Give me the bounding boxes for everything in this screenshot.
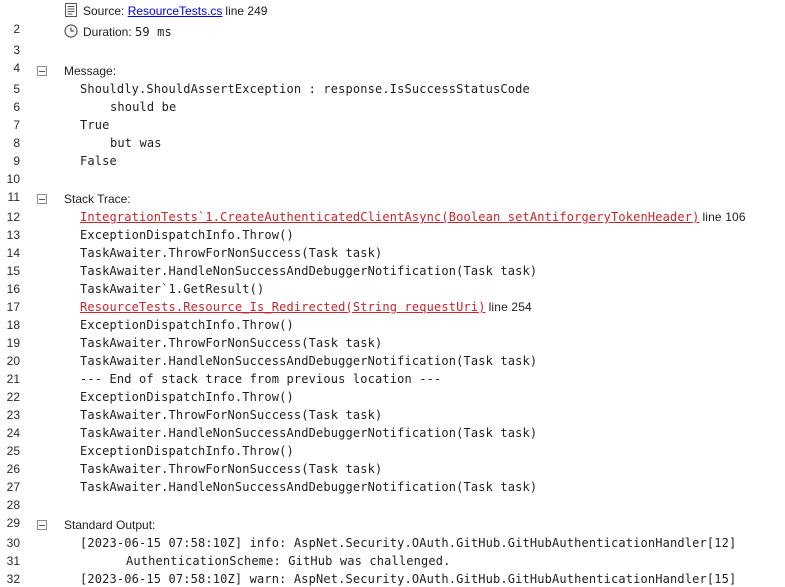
code-line: 16 TaskAwaiter.HandleNonSuccessAndDebugg… bbox=[0, 262, 785, 296]
code-line: 30 Standard Output: bbox=[0, 516, 785, 550]
code-line: 7 should be bbox=[0, 98, 785, 132]
code-line: 29 bbox=[0, 496, 785, 530]
code-line: 4 bbox=[0, 41, 785, 75]
message-text: should be bbox=[110, 100, 177, 114]
stack-trace-header: Stack Trace: bbox=[64, 192, 131, 206]
code-line: 22 --- End of stack trace from previous … bbox=[0, 370, 785, 404]
message-header: Message: bbox=[64, 64, 117, 78]
stack-frame: ExceptionDispatchInfo.Throw() bbox=[80, 390, 294, 404]
output-line: [2023-06-15 07:58:10Z] warn: AspNet.Secu… bbox=[80, 572, 737, 586]
message-text: True bbox=[80, 118, 110, 132]
code-line: 5 Message: bbox=[0, 62, 785, 96]
code-line: 24 TaskAwaiter.ThrowForNonSuccess(Task t… bbox=[0, 406, 785, 440]
stack-frame: TaskAwaiter.ThrowForNonSuccess(Task task… bbox=[80, 462, 383, 476]
stack-frame: TaskAwaiter.ThrowForNonSuccess(Task task… bbox=[80, 246, 383, 260]
source-file-link[interactable]: ResourceTests.cs bbox=[128, 4, 223, 18]
message-text: Shouldly.ShouldAssertException : respons… bbox=[80, 82, 530, 96]
stack-trace-separator: --- End of stack trace from previous loc… bbox=[80, 372, 442, 386]
source-label: Source: bbox=[83, 4, 125, 18]
code-line: 21 TaskAwaiter.HandleNonSuccessAndDebugg… bbox=[0, 352, 785, 386]
message-text: False bbox=[80, 154, 117, 168]
code-line: 10 False bbox=[0, 152, 785, 186]
stack-frame: ExceptionDispatchInfo.Throw() bbox=[80, 444, 294, 458]
code-line: 28 TaskAwaiter.HandleNonSuccessAndDebugg… bbox=[0, 478, 785, 512]
document-icon bbox=[64, 3, 78, 22]
code-line: 33 [2023-06-15 07:58:10Z] warn: AspNet.S… bbox=[0, 570, 785, 587]
source-line-suffix: line 249 bbox=[225, 4, 268, 18]
stack-frame-line: line 254 bbox=[488, 300, 532, 314]
code-line: 27 TaskAwaiter.ThrowForNonSuccess(Task t… bbox=[0, 460, 785, 494]
code-line: 15 TaskAwaiter.ThrowForNonSuccess(Task t… bbox=[0, 244, 785, 278]
stack-frame: TaskAwaiter`1.GetResult() bbox=[80, 282, 265, 296]
output-line: [2023-06-15 07:58:10Z] info: AspNet.Secu… bbox=[80, 536, 737, 550]
collapse-toggle[interactable] bbox=[37, 66, 47, 76]
code-line: 12 Stack Trace: bbox=[0, 190, 785, 224]
stack-frame: ExceptionDispatchInfo.Throw() bbox=[80, 228, 294, 242]
stack-frame: ExceptionDispatchInfo.Throw() bbox=[80, 318, 294, 332]
code-line: 13 IntegrationTests`1.CreateAuthenticate… bbox=[0, 208, 785, 242]
collapse-toggle[interactable] bbox=[37, 520, 47, 530]
stack-frame-link[interactable]: IntegrationTests`1.CreateAuthenticatedCl… bbox=[80, 210, 699, 224]
duration-row: Duration: 59 ms bbox=[64, 23, 172, 43]
code-line: 3 Duration: 59 ms bbox=[0, 23, 785, 57]
stack-frame: TaskAwaiter.HandleNonSuccessAndDebuggerN… bbox=[80, 426, 538, 440]
collapse-toggle[interactable] bbox=[37, 194, 47, 204]
code-line: 23 ExceptionDispatchInfo.Throw() bbox=[0, 388, 785, 422]
stack-frame-link[interactable]: ResourceTests.Resource_Is_Redirected(Str… bbox=[80, 300, 486, 314]
code-line: 2 Source: ResourceTests.cs line 249 bbox=[0, 2, 785, 36]
output-line: AuthenticationScheme: GitHub was challen… bbox=[126, 554, 451, 568]
code-line: 11 bbox=[0, 170, 785, 204]
code-line: 14 ExceptionDispatchInfo.Throw() bbox=[0, 226, 785, 260]
standard-output-header: Standard Output: bbox=[64, 518, 156, 532]
code-line: 18 ResourceTests.Resource_Is_Redirected(… bbox=[0, 298, 785, 332]
code-line: 17 TaskAwaiter`1.GetResult() bbox=[0, 280, 785, 314]
stack-frame-line: line 106 bbox=[702, 210, 746, 224]
stack-frame: TaskAwaiter.HandleNonSuccessAndDebuggerN… bbox=[80, 480, 538, 494]
message-text: but was bbox=[110, 136, 162, 150]
source-row: Source: ResourceTests.cs line 249 bbox=[64, 2, 267, 22]
stack-frame: IntegrationTests`1.CreateAuthenticatedCl… bbox=[80, 208, 746, 226]
duration-label: Duration: bbox=[83, 25, 132, 39]
stack-frame: TaskAwaiter.ThrowForNonSuccess(Task task… bbox=[80, 336, 383, 350]
stack-frame: TaskAwaiter.HandleNonSuccessAndDebuggerN… bbox=[80, 354, 538, 368]
duration-value: 59 ms bbox=[135, 25, 172, 39]
code-line: 25 TaskAwaiter.HandleNonSuccessAndDebugg… bbox=[0, 424, 785, 458]
test-detail-viewer: 2 Source: ResourceTests.cs line 249 3 Dur… bbox=[0, 0, 785, 587]
code-line: 20 TaskAwaiter.ThrowForNonSuccess(Task t… bbox=[0, 334, 785, 368]
code-line: 26 ExceptionDispatchInfo.Throw() bbox=[0, 442, 785, 476]
stack-frame: TaskAwaiter.HandleNonSuccessAndDebuggerN… bbox=[80, 264, 538, 278]
code-line: 6 Shouldly.ShouldAssertException : respo… bbox=[0, 80, 785, 114]
code-line: 19 ExceptionDispatchInfo.Throw() bbox=[0, 316, 785, 350]
code-line: 8 True bbox=[0, 116, 785, 150]
stack-frame: TaskAwaiter.ThrowForNonSuccess(Task task… bbox=[80, 408, 383, 422]
stack-frame: ResourceTests.Resource_Is_Redirected(Str… bbox=[80, 298, 532, 316]
code-line: 32 AuthenticationScheme: GitHub was chal… bbox=[0, 552, 785, 586]
code-line: 9 but was bbox=[0, 134, 785, 168]
code-line: 31 [2023-06-15 07:58:10Z] info: AspNet.S… bbox=[0, 534, 785, 568]
